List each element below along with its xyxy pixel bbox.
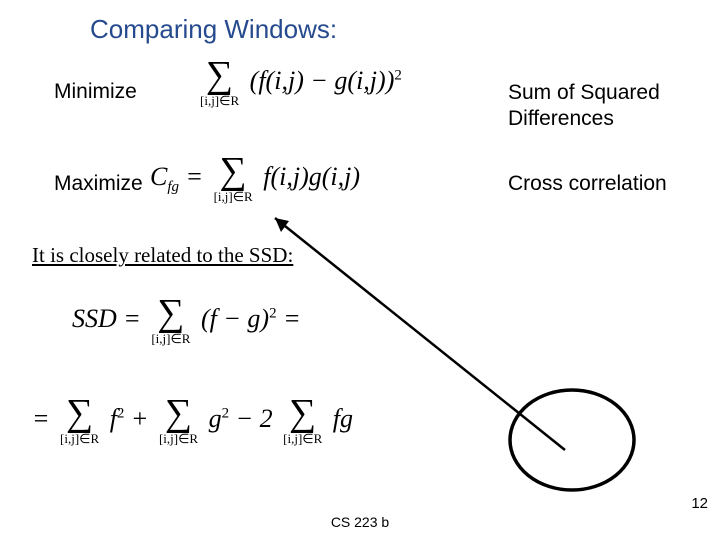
formula-ssd-expansion-1: SSD = ∑ [i,j]∈R (f − g)2 =	[72, 300, 301, 347]
label-ssd-name: Sum of Squared Differences	[508, 80, 708, 133]
formula-ssd: ∑ [i,j]∈R (f(i,j) − g(i,j))2	[200, 62, 402, 109]
sigma-icon: ∑ [i,j]∈R	[60, 400, 99, 447]
label-cc-name: Cross correlation	[508, 172, 718, 196]
page-number: 12	[691, 495, 708, 512]
label-related-to-ssd: It is closely related to the SSD:	[32, 243, 293, 268]
formula-ssd-expansion-2: = ∑ [i,j]∈R f2 + ∑ [i,j]∈R g2 − 2 ∑ [i,j…	[32, 400, 353, 447]
label-minimize: Minimize	[54, 80, 137, 104]
sigma-icon: ∑ [i,j]∈R	[214, 158, 253, 205]
sigma-icon: ∑ [i,j]∈R	[151, 300, 190, 347]
slide-title: Comparing Windows:	[90, 14, 337, 45]
sigma-icon: ∑ [i,j]∈R	[283, 400, 322, 447]
formula-cross-correlation: Cfg = ∑ [i,j]∈R f(i,j)g(i,j)	[150, 158, 360, 205]
slide-footer: CS 223 b	[0, 514, 720, 530]
sigma-icon: ∑ [i,j]∈R	[159, 400, 198, 447]
sigma-icon: ∑ [i,j]∈R	[200, 62, 239, 109]
label-maximize: Maximize	[54, 172, 143, 196]
